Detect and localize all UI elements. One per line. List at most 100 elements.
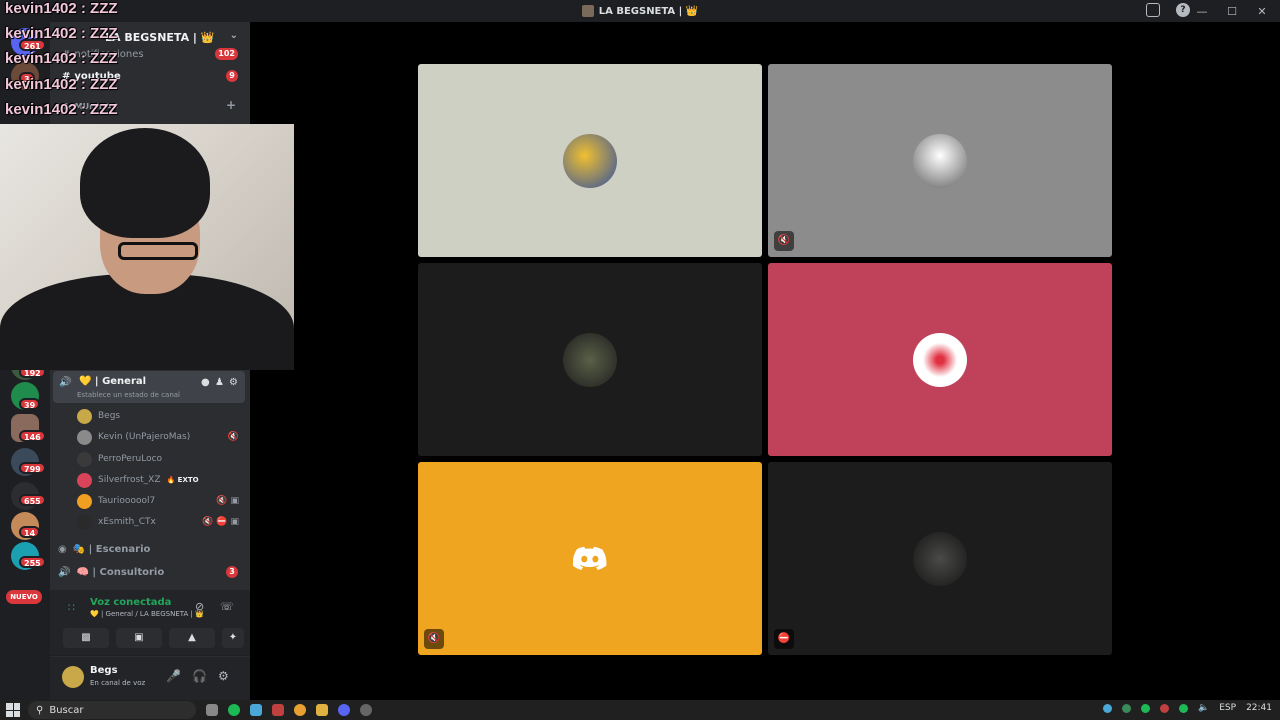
- gear-icon[interactable]: ⚙: [229, 377, 238, 388]
- mute-icon: 🔇 ▣: [216, 496, 239, 506]
- tray-icon[interactable]: [1122, 703, 1132, 713]
- soundboard-button[interactable]: ✦: [222, 628, 244, 648]
- stage-icon: ◉: [58, 543, 67, 555]
- member-tag: 🔥 EXTO: [166, 476, 199, 484]
- member-name: xEsmith_CTx: [98, 517, 156, 527]
- tray-icon[interactable]: [1160, 703, 1170, 713]
- participant-tile-2[interactable]: 🔇: [768, 64, 1112, 257]
- voice-member[interactable]: xEsmith_CTx 🔇 ⛔ ▣: [77, 513, 243, 531]
- channel-status[interactable]: Establece un estado de canal: [77, 391, 180, 399]
- signal-icon[interactable]: ∷: [68, 601, 75, 614]
- activity-button[interactable]: ▲: [169, 628, 215, 648]
- channel-badge: 9: [226, 70, 238, 82]
- window-controls: — ☐ ✕: [1194, 0, 1270, 22]
- chat-icon[interactable]: ●: [201, 377, 210, 388]
- chat-message: kevin1402 : ZZZ: [5, 25, 118, 42]
- chat-message: kevin1402 : ZZZ: [5, 101, 118, 118]
- voice-member[interactable]: Silverfrost_XZ 🔥 EXTO: [77, 471, 243, 489]
- tray-icon[interactable]: [1103, 703, 1113, 713]
- participant-avatar: [913, 532, 967, 586]
- mute-icon: 🔇: [227, 432, 239, 442]
- avatar: [77, 493, 92, 509]
- voice-member[interactable]: Kevin (UnPajeroMas) 🔇: [77, 428, 243, 446]
- participant-avatar: [563, 333, 617, 387]
- tray-icon[interactable]: [1141, 703, 1151, 713]
- server-badge-4: 39: [19, 398, 41, 410]
- chevron-down-icon[interactable]: ⌄: [230, 30, 238, 41]
- noise-suppression-icon[interactable]: ⊘: [195, 600, 204, 613]
- task-view-icon[interactable]: [206, 704, 218, 716]
- avatar: [77, 451, 92, 467]
- maximize-button[interactable]: ☐: [1224, 5, 1240, 18]
- channel-label: 🧠 | Consultorio: [76, 566, 165, 578]
- file-explorer-icon[interactable]: [316, 704, 328, 716]
- taskbar-apps: [206, 704, 372, 716]
- voice-status[interactable]: Voz conectada: [90, 597, 171, 608]
- new-server-badge: NUEVO: [6, 590, 42, 604]
- deafened-icon: ⛔: [774, 629, 794, 649]
- chrome-icon[interactable]: [294, 704, 306, 716]
- participant-tile-5[interactable]: 🔇: [418, 462, 762, 655]
- user-name: Begs: [90, 665, 118, 676]
- screen-share-button[interactable]: ▣: [116, 628, 162, 648]
- avatar: [77, 472, 92, 488]
- server-badge-9: 255: [19, 556, 46, 568]
- search-placeholder: Buscar: [49, 704, 84, 716]
- close-button[interactable]: ✕: [1254, 5, 1270, 18]
- tray-icon[interactable]: [1179, 703, 1189, 713]
- headphones-icon[interactable]: 🎧: [192, 669, 207, 683]
- server-badge-6: 799: [19, 462, 46, 474]
- voice-channel-consultorio[interactable]: 🔊 🧠 | Consultorio 3: [58, 562, 244, 582]
- muted-icon: 🔇: [424, 629, 444, 649]
- deafen-icon: 🔇 ⛔ ▣: [202, 517, 239, 527]
- microphone-icon[interactable]: 🎤: [166, 669, 181, 683]
- webcam-hair: [80, 128, 210, 238]
- app-icon[interactable]: [272, 704, 284, 716]
- voice-connection-panel: ∷ Voz conectada 💛 | General / LA BEGSNET…: [50, 590, 250, 656]
- minimize-button[interactable]: —: [1194, 5, 1210, 18]
- webcam-glasses: [118, 242, 198, 260]
- participant-tile-3[interactable]: [418, 263, 762, 456]
- gear-icon[interactable]: ⚙: [218, 669, 229, 683]
- server-badge-5: 146: [19, 430, 46, 442]
- clock[interactable]: 22:41: [1246, 703, 1272, 713]
- member-name: Silverfrost_XZ: [98, 475, 161, 485]
- member-name: Taurioooool7: [98, 496, 156, 506]
- search-icon: ⚲: [36, 704, 44, 716]
- voice-member[interactable]: Taurioooool7 🔇 ▣: [77, 492, 243, 510]
- chat-message: kevin1402 : ZZZ: [5, 50, 118, 67]
- member-name: PerroPeruLoco: [98, 454, 163, 464]
- channel-badge: 3: [226, 566, 238, 578]
- avatar: [77, 514, 92, 530]
- voice-channel-general[interactable]: 🔊 💛 | General Establece un estado de can…: [53, 371, 245, 403]
- participant-tile-4[interactable]: [768, 263, 1112, 456]
- windows-start-icon[interactable]: [6, 703, 20, 717]
- volume-icon[interactable]: 🔈: [1198, 703, 1209, 713]
- add-channel-icon[interactable]: +: [226, 98, 236, 112]
- inbox-icon[interactable]: [1146, 3, 1160, 17]
- participant-tile-6[interactable]: ⛔: [768, 462, 1112, 655]
- taskbar-search[interactable]: ⚲ Buscar: [28, 701, 196, 719]
- voice-location: 💛 | General / LA BEGSNETA | 👑: [90, 610, 204, 618]
- participant-tile-1[interactable]: [418, 64, 762, 257]
- server-avatar-icon: [581, 5, 594, 17]
- camera-button[interactable]: ▩: [63, 628, 109, 648]
- invite-icon[interactable]: ♟: [215, 377, 224, 388]
- avatar[interactable]: [62, 666, 84, 688]
- window-title: LA BEGSNETA | 👑: [598, 5, 699, 17]
- language-indicator[interactable]: ESP: [1219, 703, 1236, 713]
- voice-member[interactable]: PerroPeruLoco: [77, 450, 243, 468]
- disconnect-icon[interactable]: ☏: [220, 600, 234, 613]
- chat-message: kevin1402 : ZZZ: [5, 76, 118, 93]
- discord-icon[interactable]: [338, 704, 350, 716]
- server-name: LA BEGSNETA | 👑: [105, 30, 215, 44]
- obs-icon[interactable]: [360, 704, 372, 716]
- spotify-icon[interactable]: [228, 704, 240, 716]
- help-icon[interactable]: ?: [1176, 3, 1190, 17]
- webcam-overlay: [0, 124, 294, 370]
- channel-badge: 102: [215, 48, 238, 60]
- discord-logo-icon: [573, 546, 607, 570]
- voice-channel-escenario[interactable]: ◉ 🎭 | Escenario: [58, 539, 244, 559]
- voice-member[interactable]: Begs: [77, 407, 243, 425]
- app-icon[interactable]: [250, 704, 262, 716]
